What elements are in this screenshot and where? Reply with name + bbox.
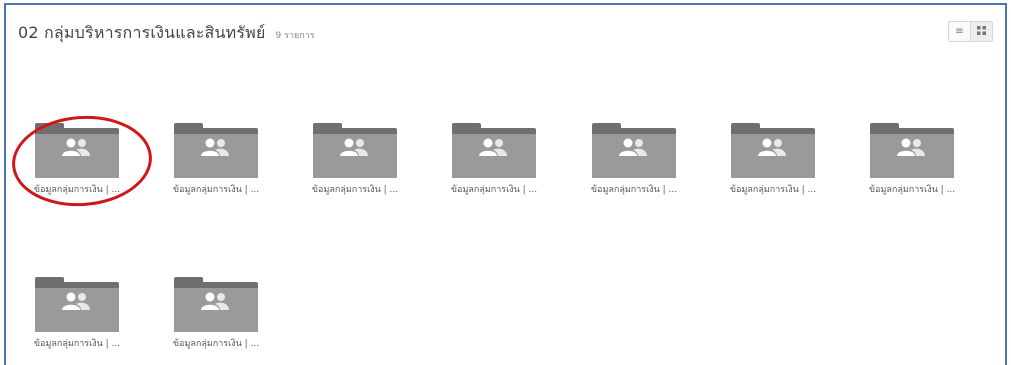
shared-folder-icon — [35, 277, 119, 332]
shared-folder-icon — [313, 123, 397, 178]
folder-label: ข้อมูลกลุ่มการเงิน | ... — [172, 339, 260, 349]
folder-label: ข้อมูลกลุ่มการเงิน | ... — [729, 185, 817, 195]
shared-folder-icon — [592, 123, 676, 178]
folder-label: ข้อมูลกลุ่มการเงิน | ... — [33, 339, 121, 349]
folder-item[interactable]: ข้อมูลกลุ่มการเงิน | ... — [574, 123, 694, 196]
folder-panel: 02 กลุ่มบริหารการเงินและสินทรัพย์ 9 รายก… — [4, 3, 1007, 365]
shared-folder-icon — [452, 123, 536, 178]
folder-item[interactable]: ข้อมูลกลุ่มการเงิน | ... — [17, 123, 137, 196]
folder-label: ข้อมูลกลุ่มการเงิน | ... — [590, 185, 678, 195]
folder-item[interactable]: ข้อมูลกลุ่มการเงิน | ... — [156, 123, 276, 196]
folder-item[interactable]: ข้อมูลกลุ่มการเงิน | ... — [295, 123, 415, 196]
folder-item[interactable]: ข้อมูลกลุ่มการเงิน | ... — [713, 123, 833, 196]
folder-item[interactable]: ข้อมูลกลุ่มการเงิน | ... — [156, 277, 276, 350]
shared-folder-icon — [174, 277, 258, 332]
folder-grid: ข้อมูลกลุ่มการเงิน | ... ข้อมูลกลุ่มการเง… — [6, 5, 1005, 365]
shared-folder-icon — [35, 123, 119, 178]
folder-label: ข้อมูลกลุ่มการเงิน | ... — [450, 185, 538, 195]
folder-label: ข้อมูลกลุ่มการเงิน | ... — [868, 185, 956, 195]
folder-label: ข้อมูลกลุ่มการเงิน | ... — [33, 185, 121, 195]
folder-label: ข้อมูลกลุ่มการเงิน | ... — [311, 185, 399, 195]
folder-item[interactable]: ข้อมูลกลุ่มการเงิน | ... — [434, 123, 554, 196]
shared-folder-icon — [174, 123, 258, 178]
shared-folder-icon — [870, 123, 954, 178]
folder-item[interactable]: ข้อมูลกลุ่มการเงิน | ... — [852, 123, 972, 196]
folder-label: ข้อมูลกลุ่มการเงิน | ... — [172, 185, 260, 195]
shared-folder-icon — [731, 123, 815, 178]
folder-item[interactable]: ข้อมูลกลุ่มการเงิน | ... — [17, 277, 137, 350]
